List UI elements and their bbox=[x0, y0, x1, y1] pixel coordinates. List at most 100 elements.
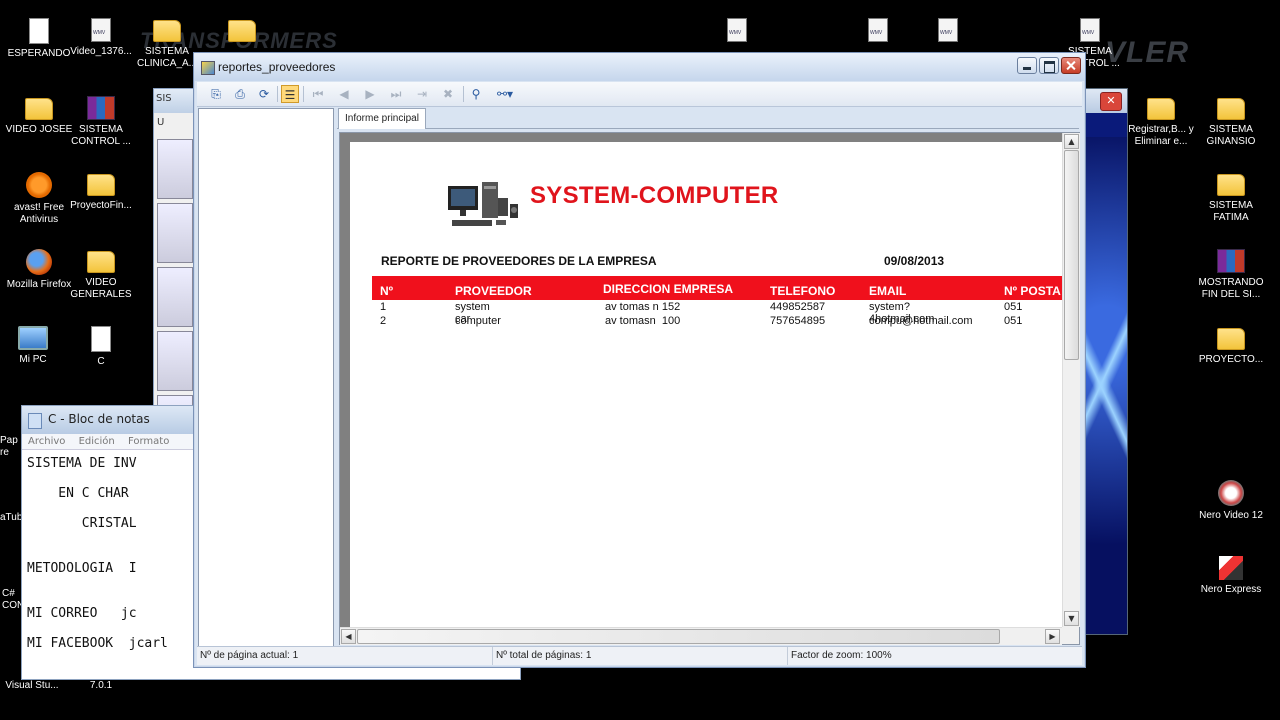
desktop-icon-wmv[interactable] bbox=[909, 18, 987, 46]
menu-edicion[interactable]: Edición bbox=[79, 436, 115, 447]
desktop-icon-partial-atub[interactable]: aTub bbox=[0, 512, 22, 524]
report-viewer-window[interactable]: reportes_proveedores ⎘ ⎙ ⟳ ☰ ⏮ ◀ ▶ ⏭ ⇥ ✖ ⚲ ⚯▾ Infor… bbox=[193, 52, 1086, 668]
vertical-scroll-thumb[interactable] bbox=[1064, 150, 1079, 360]
horizontal-scrollbar[interactable]: ◀ ▶ bbox=[340, 627, 1062, 645]
cell-no: 2 bbox=[380, 315, 387, 327]
table-header: Nº PROVEEDOR DIRECCION EMPRESA TELEFONO … bbox=[372, 276, 1062, 300]
print-icon: ⎙ bbox=[235, 87, 245, 101]
status-current-page: Nº de página actual: 1 bbox=[197, 647, 493, 665]
status-zoom: Factor de zoom: 100% bbox=[791, 650, 892, 661]
find-button[interactable]: ⚲ bbox=[467, 85, 485, 103]
computer-icon bbox=[18, 326, 48, 350]
stop-button[interactable]: ✖ bbox=[439, 85, 457, 103]
desktop-icon-folder[interactable] bbox=[203, 18, 281, 46]
background-window-close-button[interactable]: ✕ bbox=[1100, 92, 1122, 111]
last-page-button[interactable]: ⏭ bbox=[387, 85, 405, 103]
next-page-button[interactable]: ▶ bbox=[361, 85, 379, 103]
menu-formato[interactable]: Formato bbox=[128, 436, 169, 447]
cell-email: compu@hotmail.com bbox=[869, 315, 973, 327]
print-button[interactable]: ⎙ bbox=[231, 85, 249, 103]
folder-icon bbox=[1217, 328, 1245, 350]
desktop-icon-label: SISTEMA CONTROL ... bbox=[71, 124, 131, 147]
scroll-up-button[interactable]: ▲ bbox=[1064, 134, 1079, 149]
vertical-scrollbar[interactable]: ▲ ▼ bbox=[1062, 133, 1080, 627]
desktop-icon-label: MOSTRANDO FIN DEL SI... bbox=[1198, 277, 1264, 300]
scroll-right-button[interactable]: ▶ bbox=[1045, 629, 1060, 644]
background-window-right[interactable] bbox=[1084, 88, 1128, 635]
nero-icon bbox=[1218, 480, 1244, 506]
column-header-direccion: DIRECCION EMPRESA bbox=[603, 282, 734, 296]
next-page-icon: ▶ bbox=[365, 87, 375, 101]
refresh-button[interactable]: ⟳ bbox=[255, 85, 273, 103]
group-tree-button[interactable]: ☰ bbox=[281, 85, 299, 103]
thumbnail[interactable] bbox=[157, 267, 193, 327]
desktop-icon-c[interactable]: C bbox=[62, 326, 140, 368]
video-file-icon bbox=[727, 18, 747, 42]
find-icon: ⚲ bbox=[471, 87, 481, 101]
first-page-icon: ⏮ bbox=[312, 87, 324, 101]
scroll-left-button[interactable]: ◀ bbox=[341, 629, 356, 644]
desktop-icon-label: C bbox=[97, 356, 105, 367]
goto-page-icon: ⇥ bbox=[416, 87, 428, 101]
desktop-icon-sistema-fatima[interactable]: SISTEMA FATIMA bbox=[1192, 172, 1270, 224]
cell-postal: 051 bbox=[1004, 301, 1023, 313]
desktop-icon-proyecto[interactable]: PROYECTO... bbox=[1192, 326, 1270, 366]
stop-icon: ✖ bbox=[442, 87, 454, 101]
folder-icon bbox=[1217, 174, 1245, 196]
computer-logo-icon bbox=[448, 182, 518, 226]
thumbnail[interactable] bbox=[157, 139, 193, 199]
archive-icon bbox=[87, 96, 115, 120]
desktop-icon-registrar[interactable]: Registrar,B... y Eliminar e... bbox=[1122, 96, 1200, 148]
thumbnail[interactable] bbox=[157, 331, 193, 391]
desktop-icon-sistema-control[interactable]: SISTEMA CONTROL ... bbox=[62, 96, 140, 148]
thumbnail[interactable] bbox=[157, 203, 193, 263]
desktop-icon-label: Registrar,B... y Eliminar e... bbox=[1128, 124, 1194, 147]
desktop-icon-label: Visual Stu... bbox=[5, 680, 59, 691]
desktop-icon-partial-pap[interactable]: Pap re bbox=[0, 435, 20, 459]
desktop-icon-label: 7.0.1 bbox=[89, 680, 113, 691]
desktop-icon-visual-studio[interactable]: Visual Stu... bbox=[0, 680, 64, 692]
close-button[interactable] bbox=[1061, 57, 1081, 74]
scroll-down-button[interactable]: ▼ bbox=[1064, 611, 1079, 626]
folder-icon bbox=[25, 98, 53, 120]
export-button[interactable]: ⎘ bbox=[207, 85, 225, 103]
desktop-icon-partial-csharp[interactable]: C# CON bbox=[2, 588, 24, 612]
video-file-icon bbox=[868, 18, 888, 42]
desktop-icon-video[interactable]: Video_1376... bbox=[62, 18, 140, 58]
desktop-icon-label: PROYECTO... bbox=[1198, 354, 1264, 365]
desktop-icon-sistema-ginansio[interactable]: SISTEMA GINANSIO bbox=[1192, 96, 1270, 148]
desktop-icon-label: Nero Express bbox=[1200, 584, 1262, 595]
first-page-button[interactable]: ⏮ bbox=[309, 85, 327, 103]
desktop-icon-label: Video_1376... bbox=[70, 46, 132, 57]
goto-page-button[interactable]: ⇥ bbox=[413, 85, 431, 103]
desktop-icon-wmv[interactable] bbox=[839, 18, 917, 46]
column-header-no: Nº bbox=[380, 284, 394, 298]
user-label: U bbox=[157, 117, 165, 128]
last-page-icon: ⏭ bbox=[390, 87, 402, 101]
report-canvas: SYSTEM-COMPUTER REPORTE DE PROVEEDORES D… bbox=[340, 133, 1080, 645]
group-tree-pane[interactable] bbox=[198, 108, 334, 647]
window-titlebar[interactable]: reportes_proveedores bbox=[194, 53, 1085, 81]
desktop-icon-sistema-clinica[interactable]: SISTEMA CLINICA_A... bbox=[132, 18, 202, 70]
desktop-icon-nero-video[interactable]: Nero Video 12 bbox=[1192, 480, 1270, 522]
desktop-icon-mostrando[interactable]: MOSTRANDO FIN DEL SI... bbox=[1192, 249, 1270, 301]
horizontal-scroll-thumb[interactable] bbox=[357, 629, 1000, 644]
menu-archivo[interactable]: Archivo bbox=[28, 436, 65, 447]
desktop-icon-label: VIDEO GENERALES bbox=[70, 277, 132, 300]
desktop-icon-wmv[interactable] bbox=[698, 18, 776, 46]
column-header-telefono: TELEFONO bbox=[770, 284, 836, 298]
video-file-icon bbox=[938, 18, 958, 42]
text-file-icon bbox=[91, 326, 111, 352]
desktop-icon-nero-express[interactable]: Nero Express bbox=[1192, 556, 1270, 596]
minimize-button[interactable] bbox=[1017, 57, 1037, 74]
desktop-icon-video-generales[interactable]: VIDEO GENERALES bbox=[62, 249, 140, 301]
previous-page-button[interactable]: ◀ bbox=[335, 85, 353, 103]
desktop-icon-proyectofin[interactable]: ProyectoFin... bbox=[62, 172, 140, 212]
maximize-button[interactable] bbox=[1039, 57, 1059, 74]
cell-direccion: av tomasn 100 bbox=[605, 315, 681, 327]
zoom-button[interactable]: ⚯▾ bbox=[493, 85, 517, 103]
tab-informe-principal[interactable]: Informe principal bbox=[338, 108, 426, 129]
report-view[interactable]: SYSTEM-COMPUTER REPORTE DE PROVEEDORES D… bbox=[339, 132, 1080, 645]
desktop-icon-version[interactable]: 7.0.1 bbox=[62, 680, 140, 692]
archive-icon bbox=[1217, 249, 1245, 273]
